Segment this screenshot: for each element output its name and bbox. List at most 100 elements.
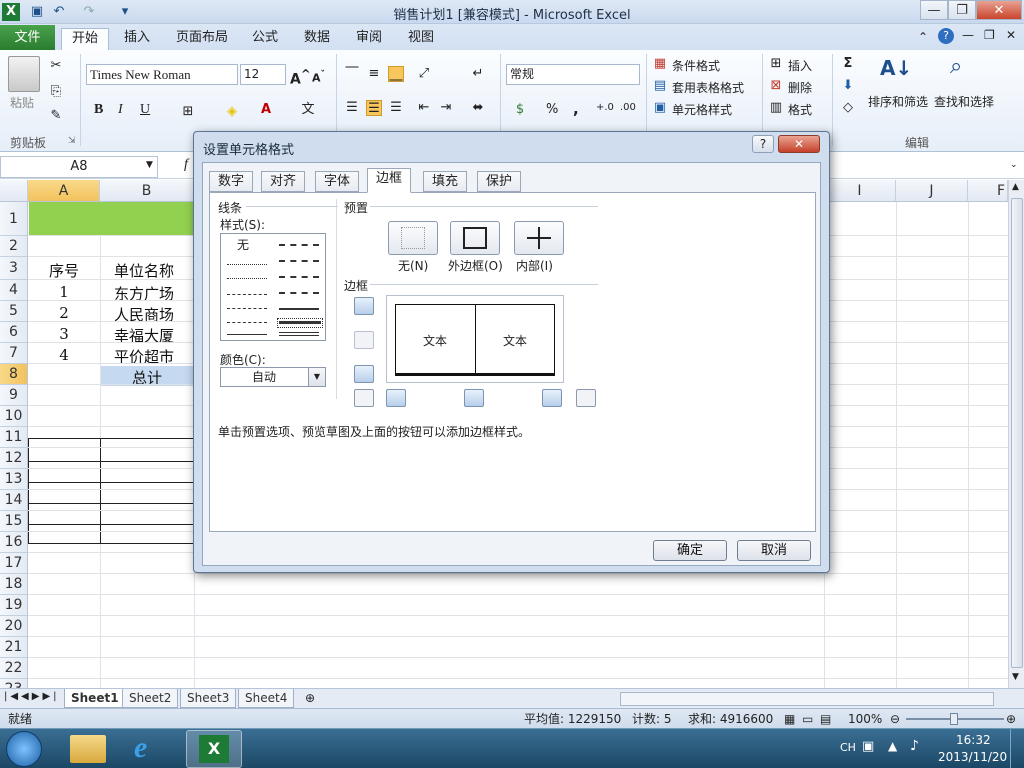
wrap-text-icon[interactable]: ↵ <box>470 66 486 82</box>
row-header[interactable]: 14 <box>0 490 28 511</box>
grow-font-icon[interactable]: A^ <box>290 67 311 88</box>
comma-button[interactable]: , <box>573 100 579 118</box>
font-name-combo[interactable]: Times New Roman <box>86 64 238 85</box>
line-style-medium-dash-dot-dot[interactable] <box>279 244 319 246</box>
row-header[interactable]: 18 <box>0 574 28 595</box>
doc-close-icon[interactable]: ✕ <box>1006 28 1016 42</box>
show-desktop-button[interactable] <box>1010 729 1024 768</box>
dialog-close-button[interactable]: ✕ <box>778 135 820 153</box>
table-format-button[interactable]: 套用表格格式 <box>672 79 744 96</box>
format-painter-icon[interactable]: ✎ <box>48 108 64 124</box>
sort-filter-icon[interactable]: A↓ <box>880 56 912 80</box>
tab-file[interactable]: 文件 <box>0 25 55 50</box>
border-left-button[interactable] <box>386 389 406 407</box>
border-bottom-button[interactable] <box>354 365 374 383</box>
line-style-medium[interactable] <box>279 308 319 310</box>
cell-a6[interactable]: 3 <box>28 325 100 343</box>
vertical-scroll-thumb[interactable] <box>1011 198 1023 668</box>
row-header[interactable]: 17 <box>0 553 28 574</box>
row-header[interactable]: 19 <box>0 595 28 616</box>
doc-restore-icon[interactable]: ❐ <box>984 28 995 42</box>
insert-function-button[interactable]: f <box>184 157 188 173</box>
align-top-icon[interactable]: ⎺ <box>344 66 360 82</box>
row-header[interactable]: 15 <box>0 511 28 532</box>
start-button-icon[interactable] <box>6 731 42 767</box>
row-header[interactable]: 2 <box>0 236 28 257</box>
align-right-icon[interactable]: ☰ <box>388 100 404 116</box>
tab-alignment[interactable]: 对齐 <box>261 171 306 192</box>
minimize-button[interactable]: — <box>920 0 948 20</box>
clock-date[interactable]: 2013/11/20 <box>938 750 1007 764</box>
tab-fill[interactable]: 填充 <box>423 171 468 192</box>
select-all-corner[interactable] <box>0 180 28 202</box>
border-inside-vertical-button[interactable] <box>464 389 484 407</box>
line-style-thick-selected[interactable] <box>277 318 323 328</box>
dialog-help-button[interactable]: ? <box>752 135 774 153</box>
preset-outline-button[interactable] <box>450 221 500 255</box>
row-header[interactable]: 13 <box>0 469 28 490</box>
insert-button[interactable]: 插入 <box>788 57 812 74</box>
column-header-j[interactable]: J <box>896 180 968 202</box>
ok-button[interactable]: 确定 <box>653 540 727 561</box>
zoom-slider-thumb[interactable] <box>950 713 958 725</box>
preset-inside-button[interactable] <box>514 221 564 255</box>
help-icon[interactable]: ? <box>938 28 954 44</box>
cell-style-icon[interactable]: ▣ <box>652 100 668 116</box>
copy-icon[interactable]: ⎘ <box>48 84 64 100</box>
line-style-medium-dash-dot[interactable] <box>279 276 319 278</box>
cell-a4[interactable]: 1 <box>28 283 100 301</box>
column-header-k[interactable]: F <box>968 180 1008 202</box>
align-left-icon[interactable]: ☰ <box>344 100 360 116</box>
format-cells-icon[interactable]: ▥ <box>768 100 784 116</box>
decrease-decimal-button[interactable]: .00 <box>620 102 636 113</box>
row-header[interactable]: 22 <box>0 658 28 679</box>
row-header[interactable]: 10 <box>0 406 28 427</box>
fill-color-icon[interactable]: ◈ <box>224 104 240 120</box>
align-middle-icon[interactable]: ≡ <box>366 66 382 82</box>
delete-cells-icon[interactable]: ⊠ <box>768 78 784 94</box>
line-style-none[interactable]: 无 <box>237 236 249 253</box>
number-format-combo[interactable]: 常规 <box>506 64 640 85</box>
row-header[interactable]: 7 <box>0 343 28 364</box>
cell-a7[interactable]: 4 <box>28 346 100 364</box>
underline-button[interactable]: U <box>140 102 150 118</box>
tab-data[interactable]: 数据 <box>294 28 340 50</box>
tab-view[interactable]: 视图 <box>398 28 444 50</box>
align-bottom-icon[interactable]: ⎽ <box>388 66 404 82</box>
line-style-dash-dot[interactable] <box>227 308 267 309</box>
row-header[interactable]: 11 <box>0 427 28 448</box>
row-header[interactable]: 8 <box>0 364 28 385</box>
format-button[interactable]: 格式 <box>788 101 812 118</box>
zoom-in-icon[interactable]: ⊕ <box>1006 710 1016 728</box>
phonetic-icon[interactable]: 文 <box>300 102 316 118</box>
line-style-slanted-dash-dot[interactable] <box>279 260 319 262</box>
row-header[interactable]: 16 <box>0 532 28 553</box>
page-layout-view-icon[interactable]: ▭ <box>802 710 813 728</box>
cancel-button[interactable]: 取消 <box>737 540 811 561</box>
name-box-dropdown-icon[interactable]: ▼ <box>146 160 153 170</box>
shrink-font-icon[interactable]: Aˇ <box>312 69 325 85</box>
find-select-icon[interactable]: ⌕ <box>950 54 962 79</box>
border-top-button[interactable] <box>354 297 374 315</box>
name-box[interactable]: A8 <box>0 156 158 178</box>
language-indicator[interactable]: CH <box>840 741 856 754</box>
insert-sheet-icon[interactable]: ⊕ <box>305 691 315 705</box>
paste-icon[interactable] <box>8 56 40 92</box>
row-header[interactable]: 5 <box>0 301 28 322</box>
increase-indent-icon[interactable]: ⇥ <box>438 100 454 116</box>
ime-icon[interactable]: ▣ <box>862 739 874 754</box>
column-header-b[interactable]: B <box>100 180 194 202</box>
cell-a3[interactable]: 序号 <box>28 260 100 281</box>
color-dropdown-icon[interactable]: ▼ <box>308 368 325 386</box>
sheet-nav-icon[interactable]: |◀◀▶▶| <box>4 691 60 702</box>
find-select-button[interactable]: 查找和选择 <box>934 93 994 110</box>
align-center-icon[interactable]: ☰ <box>366 100 382 116</box>
sort-filter-button[interactable]: 排序和筛选 <box>868 93 928 110</box>
row-header[interactable]: 9 <box>0 385 28 406</box>
column-header-i[interactable]: I <box>824 180 896 202</box>
decrease-indent-icon[interactable]: ⇤ <box>416 100 432 116</box>
scroll-up-icon[interactable]: ▲ <box>1012 182 1019 192</box>
border-diagonal-up-button[interactable] <box>354 389 374 407</box>
row-header[interactable]: 1 <box>0 202 28 236</box>
line-style-dashed[interactable] <box>227 322 267 323</box>
